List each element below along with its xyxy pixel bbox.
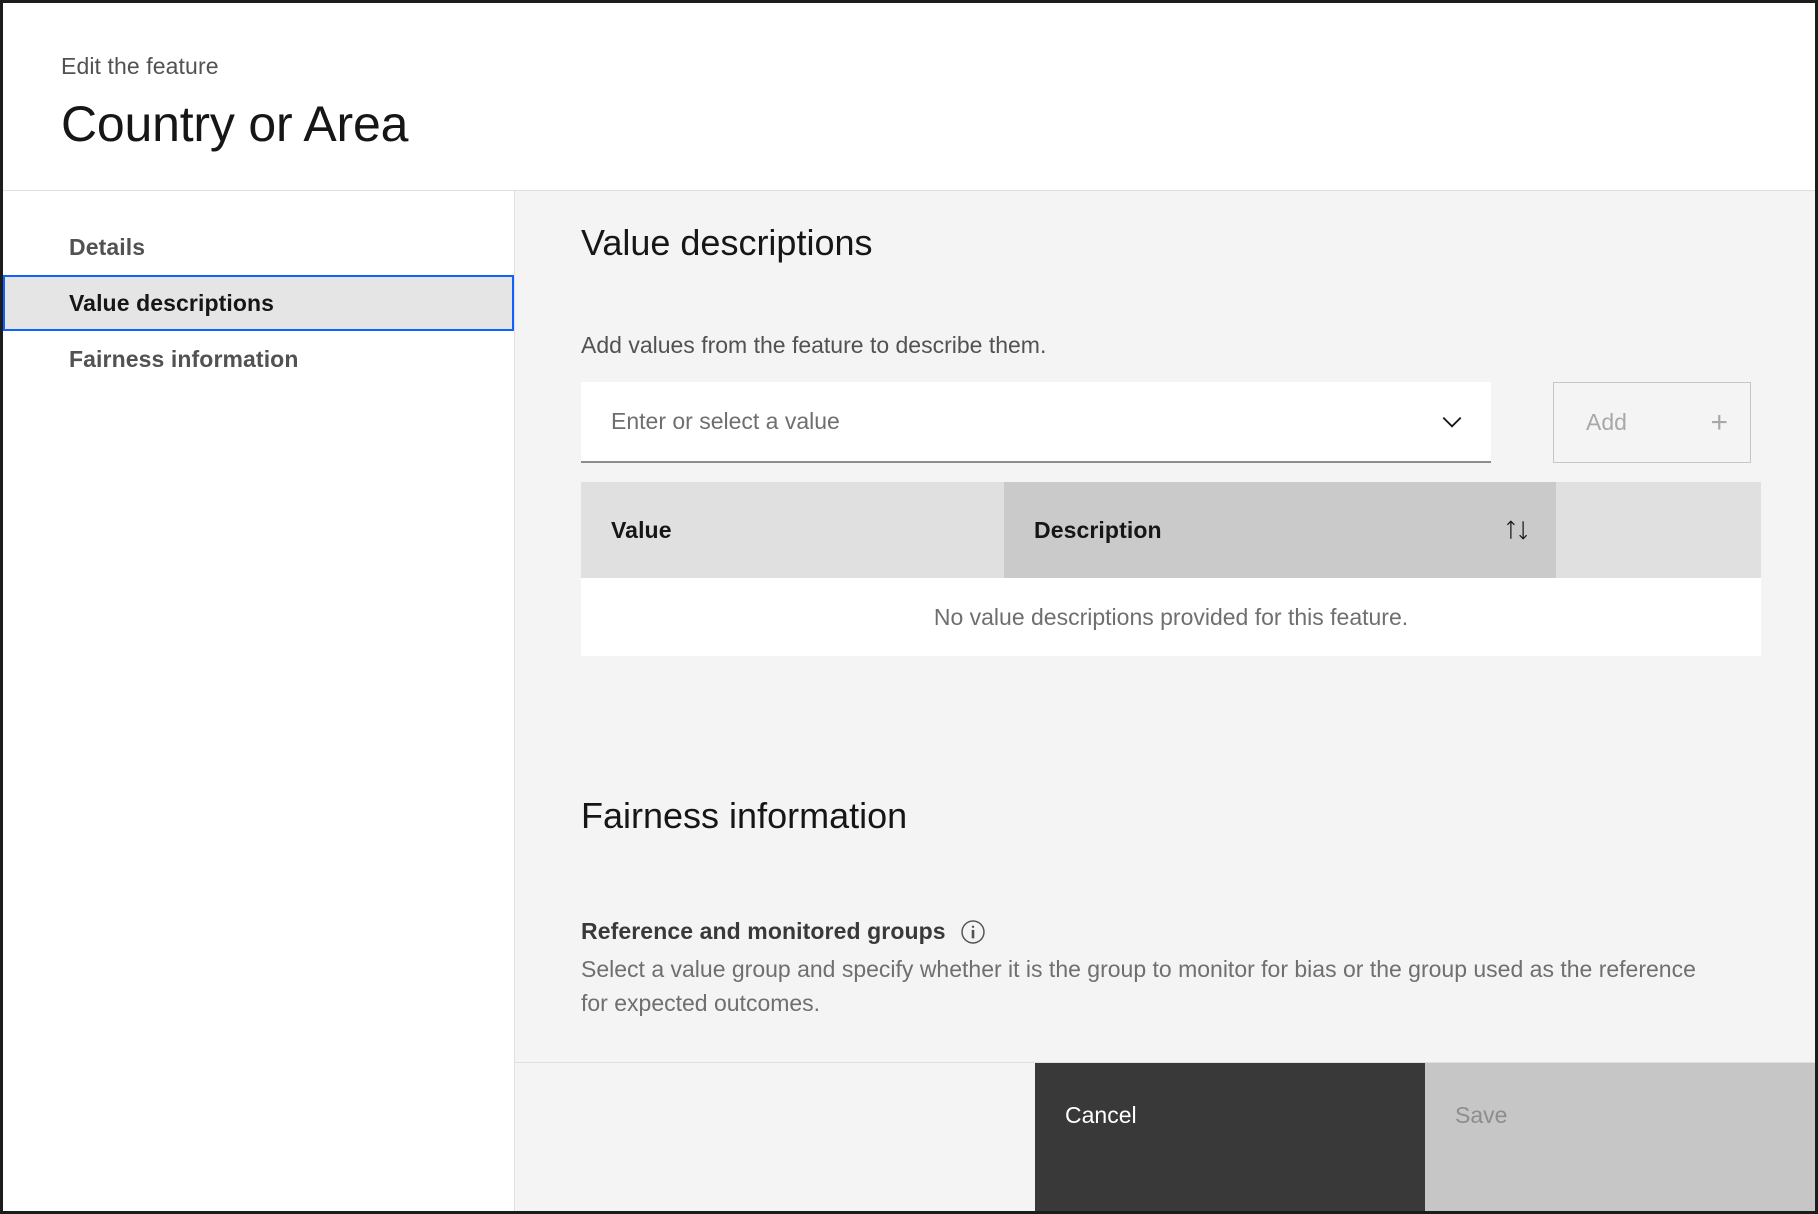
information-icon[interactable]	[960, 919, 986, 945]
sort-ascending-descending-icon[interactable]	[1502, 515, 1532, 545]
main-scroll-area[interactable]: Value descriptions Add values from the f…	[515, 191, 1815, 1063]
section-heading-value-descriptions: Value descriptions	[581, 222, 873, 263]
value-combobox-placeholder: Enter or select a value	[611, 408, 840, 434]
value-descriptions-table-wrap: Value Description No value descriptions …	[581, 482, 1761, 656]
modal-footer: Cancel Save	[515, 1063, 1815, 1211]
cancel-button-label: Cancel	[1065, 1102, 1137, 1128]
modal-header: Edit the feature Country or Area	[3, 3, 1815, 191]
table-header-description[interactable]: Description	[1004, 482, 1556, 578]
value-combobox[interactable]: Enter or select a value	[581, 382, 1491, 463]
table-empty-message: No value descriptions provided for this …	[581, 578, 1761, 656]
sidebar-item-label: Value descriptions	[69, 289, 275, 316]
modal-eyebrow-label: Edit the feature	[61, 53, 219, 79]
table-header-label: Value	[611, 516, 672, 543]
reference-monitored-groups-heading: Reference and monitored groups	[581, 918, 1815, 945]
value-descriptions-table: Value Description No value descriptions …	[581, 482, 1761, 656]
sidebar-item-label: Details	[69, 233, 146, 260]
edit-feature-modal: Edit the feature Country or Area Details…	[0, 0, 1818, 1214]
save-button-label: Save	[1455, 1102, 1508, 1128]
table-empty-row: No value descriptions provided for this …	[581, 578, 1761, 656]
sidebar-item-label: Fairness information	[69, 345, 299, 372]
page-title: Country or Area	[61, 96, 409, 152]
plus-icon: +	[1710, 405, 1728, 439]
table-header-row: Value Description	[581, 482, 1761, 578]
main-content: Value descriptions Add values from the f…	[515, 191, 1815, 1211]
sidebar-item-value-descriptions[interactable]: Value descriptions	[3, 275, 514, 331]
table-header-value[interactable]: Value	[581, 482, 1004, 578]
table-header-actions	[1556, 482, 1761, 578]
section-heading-fairness-information: Fairness information	[581, 795, 908, 836]
sidebar-nav: Details Value descriptions Fairness info…	[3, 191, 515, 1211]
sidebar-item-details[interactable]: Details	[3, 219, 514, 275]
table-head: Value Description	[581, 482, 1761, 578]
value-entry-row: Enter or select a value Add +	[581, 382, 1815, 463]
add-button-label: Add	[1586, 409, 1627, 435]
cancel-button[interactable]: Cancel	[1035, 1063, 1425, 1211]
sidebar-item-fairness-information[interactable]: Fairness information	[3, 331, 514, 387]
value-descriptions-helper-text: Add values from the feature to describe …	[581, 332, 1047, 358]
table-body: No value descriptions provided for this …	[581, 578, 1761, 656]
save-button[interactable]: Save	[1425, 1063, 1815, 1211]
reference-monitored-groups-description: Select a value group and specify whether…	[581, 956, 1696, 1016]
modal-body: Details Value descriptions Fairness info…	[3, 191, 1815, 1211]
chevron-down-icon[interactable]	[1437, 407, 1467, 437]
subsection-title-label: Reference and monitored groups	[581, 918, 946, 944]
add-value-button[interactable]: Add +	[1553, 382, 1751, 463]
table-header-label: Description	[1034, 516, 1162, 543]
footer-spacer	[515, 1063, 1035, 1211]
